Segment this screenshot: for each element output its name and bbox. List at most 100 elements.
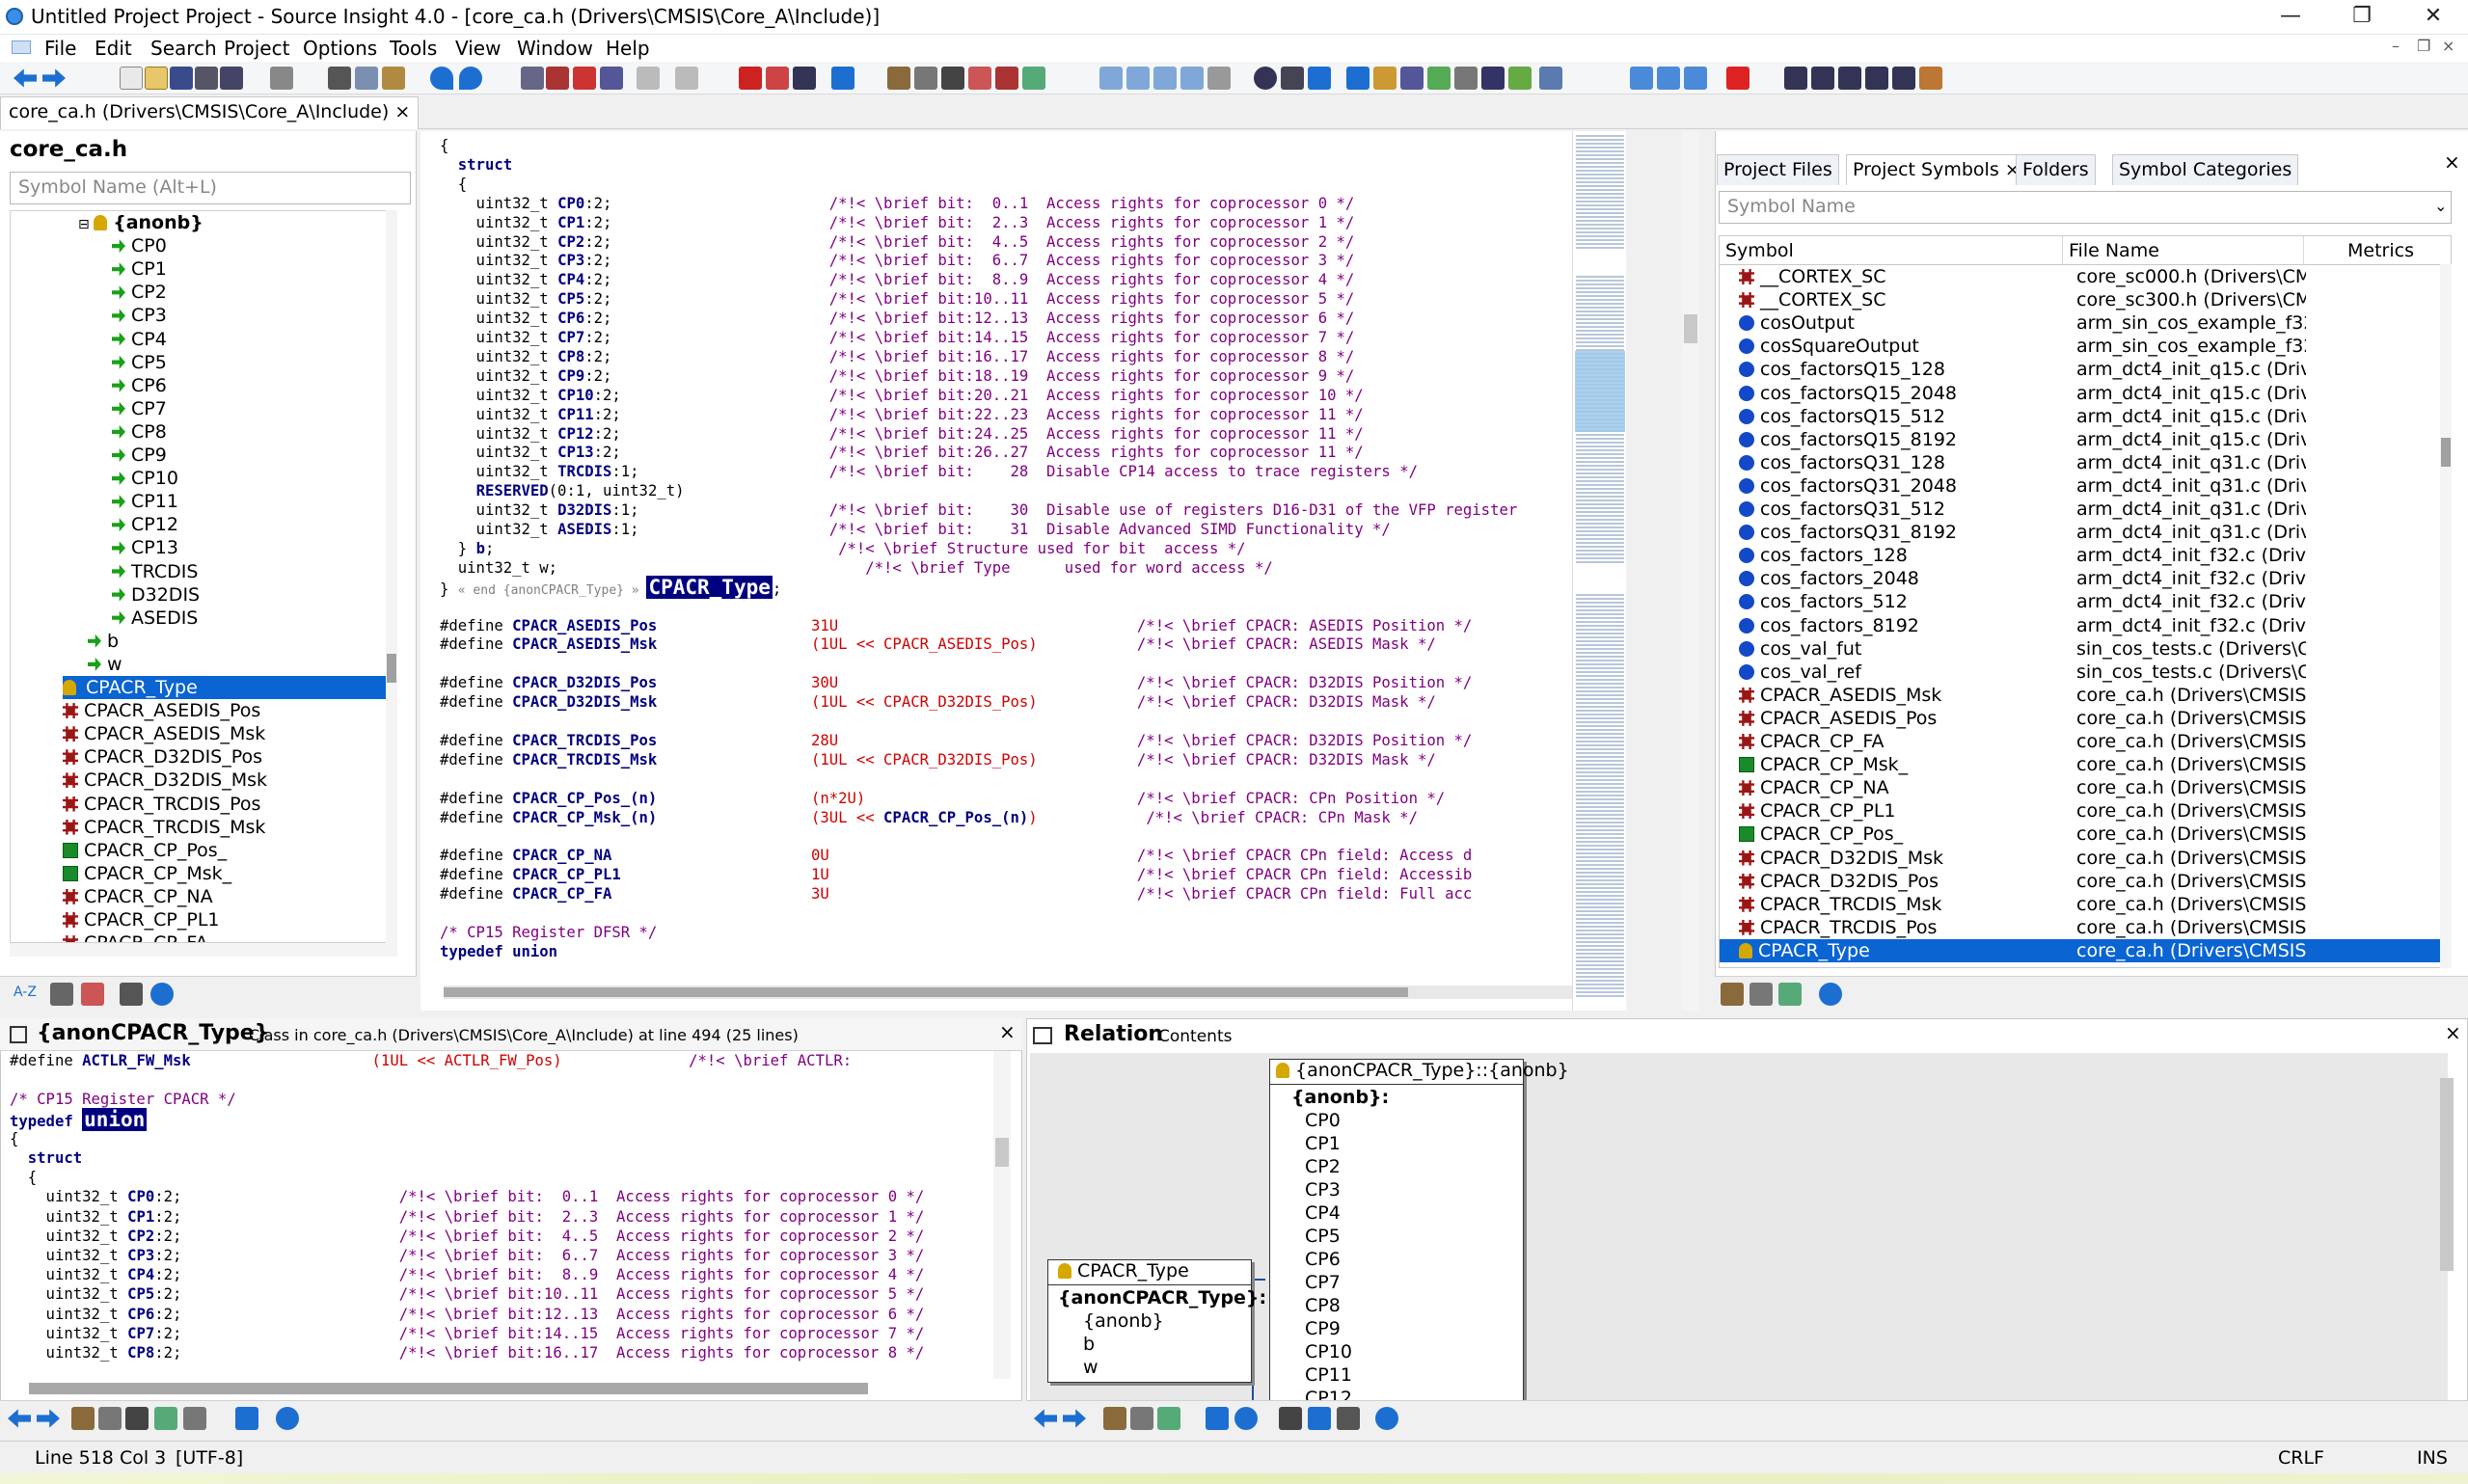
- table-row[interactable]: cos_factorsQ15_128 arm_dct4_init_q15.c (D…: [1720, 358, 2451, 381]
- symbol-icon[interactable]: [1749, 983, 1773, 1006]
- table-row[interactable]: CPACR_ASEDIS_Pos core_ca.h (Drivers\CMSIS…: [1720, 707, 2451, 730]
- expand-icon[interactable]: [1630, 67, 1653, 90]
- tab-folders[interactable]: Folders: [2016, 154, 2096, 185]
- menu-options[interactable]: Options: [303, 37, 377, 60]
- tree-item[interactable]: CPACR_CP_FA: [63, 931, 208, 942]
- code-line[interactable]: uint32_t CP3:2; /*!< \brief bit: 6..7 Ac…: [440, 252, 1355, 271]
- menu-view[interactable]: View: [455, 37, 501, 60]
- table-row[interactable]: CPACR_D32DIS_Msk core_ca.h (Drivers\CMSIS…: [1720, 847, 2451, 870]
- code-line[interactable]: {: [10, 1129, 18, 1148]
- tree-item[interactable]: D32DIS: [112, 583, 200, 607]
- layout2-icon[interactable]: [1126, 67, 1150, 90]
- layout4-icon[interactable]: [1180, 67, 1204, 90]
- project-icon[interactable]: [1721, 983, 1744, 1006]
- table-row[interactable]: cos_factorsQ15_8192 arm_dct4_init_q15.c (…: [1720, 428, 2451, 451]
- code-line[interactable]: uint32_t CP6:2; /*!< \brief bit:12..13 A…: [10, 1305, 925, 1324]
- tree-item[interactable]: CPACR_Type: [63, 676, 391, 699]
- code-line[interactable]: #define CPACR_TRCDIS_Msk (1UL << CPACR_D…: [440, 751, 1436, 770]
- refresh-icon[interactable]: [1234, 1407, 1258, 1430]
- code-line[interactable]: uint32_t TRCDIS:1; /*!< \brief bit: 28 D…: [440, 463, 1418, 482]
- menu-edit[interactable]: Edit: [95, 37, 132, 60]
- code-line[interactable]: #define CPACR_D32DIS_Pos 30U /*!< \brief…: [440, 674, 1472, 693]
- copy-icon[interactable]: [355, 67, 378, 90]
- paste-icon[interactable]: [382, 67, 405, 90]
- symbol-search-input[interactable]: Symbol Name (Alt+L): [10, 172, 411, 204]
- list-icon[interactable]: [50, 983, 73, 1006]
- code-line[interactable]: uint32_t CP8:2; /*!< \brief bit:16..17 A…: [440, 348, 1355, 367]
- tree-item[interactable]: CP4: [112, 328, 167, 351]
- table-row[interactable]: cos_factors_8192 arm_dct4_init_f32.c (Dri…: [1720, 614, 2451, 637]
- gear-icon[interactable]: [276, 1407, 299, 1430]
- jump-icon[interactable]: [546, 67, 569, 90]
- home-icon[interactable]: [968, 67, 991, 90]
- table-scrollbar[interactable]: [2440, 264, 2452, 968]
- c-icon[interactable]: [1838, 67, 1861, 90]
- code-line[interactable]: RESERVED(0:1, uint32_t): [440, 482, 685, 501]
- split-icon[interactable]: [1539, 67, 1562, 90]
- overview-minimap[interactable]: [1572, 131, 1626, 1011]
- tree-item[interactable]: CP10: [112, 467, 178, 490]
- tree-item[interactable]: CPACR_ASEDIS_Msk: [63, 722, 265, 745]
- code-line[interactable]: uint32_t CP12:2; /*!< \brief bit:24..25 …: [440, 425, 1364, 445]
- code-line[interactable]: uint32_t CP2:2; /*!< \brief bit: 4..5 Ac…: [440, 233, 1355, 253]
- code-line[interactable]: uint32_t CP7:2; /*!< \brief bit:14..15 A…: [10, 1324, 925, 1343]
- editor-vscrollbar[interactable]: [1682, 131, 1699, 1011]
- document-icon[interactable]: [12, 40, 31, 54]
- flag-icon[interactable]: [995, 67, 1018, 90]
- code-line[interactable]: /* CP15 Register CPACR */: [10, 1090, 236, 1109]
- cut-icon[interactable]: [328, 67, 351, 90]
- table-row[interactable]: CPACR_CP_Msk_ core_ca.h (Drivers\CMSIS\Cc: [1720, 753, 2451, 776]
- menu-help[interactable]: Help: [606, 37, 650, 60]
- project-icon[interactable]: [1103, 1407, 1126, 1430]
- relation-graph[interactable]: CPACR_Type {anonCPACR_Type}: {anonb} b w…: [1030, 1053, 2448, 1402]
- tree-item[interactable]: CPACR_TRCDIS_Pos: [63, 793, 260, 816]
- tree-item[interactable]: CP12: [112, 513, 178, 536]
- bookmark-next-icon[interactable]: [766, 67, 789, 90]
- tree-item[interactable]: CP13: [112, 536, 178, 559]
- context-window-icon[interactable]: [1281, 67, 1304, 90]
- code-line[interactable]: #define ACTLR_FW_Msk (1UL << ACTLR_FW_Po…: [10, 1051, 852, 1070]
- code-line[interactable]: struct: [440, 156, 512, 175]
- relation-vscrollbar[interactable]: [2440, 1078, 2454, 1271]
- code-line[interactable]: #define CPACR_CP_FA 3U /*!< \brief CPACR…: [440, 885, 1472, 904]
- table-row[interactable]: cosOutput arm_sin_cos_example_f32.c: [1720, 311, 2451, 335]
- list-icon[interactable]: [183, 1407, 206, 1430]
- jump-down-icon[interactable]: [573, 67, 596, 90]
- mdi-minimize-button[interactable]: –: [2392, 37, 2400, 55]
- context-code[interactable]: #define ACTLR_FW_Msk (1UL << ACTLR_FW_Po…: [10, 1051, 984, 1379]
- table-row[interactable]: cos_factors_2048 arm_dct4_init_f32.c (Dri…: [1720, 567, 2451, 590]
- tab-symbol-categories[interactable]: Symbol Categories: [2112, 154, 2299, 185]
- relation-window-icon[interactable]: [1308, 67, 1331, 90]
- table-row[interactable]: CPACR_CP_FA core_ca.h (Drivers\CMSIS\Cc: [1720, 730, 2451, 753]
- gear-icon[interactable]: [150, 983, 174, 1006]
- project-symbol-table[interactable]: Symbol File Name Metrics __CORTEX_SC core…: [1719, 235, 2452, 968]
- print-icon[interactable]: [270, 67, 293, 90]
- tab-project-symbols[interactable]: Project Symbols ×: [1846, 154, 2027, 185]
- table-row[interactable]: CPACR_CP_NA core_ca.h (Drivers\CMSIS\Cc: [1720, 776, 2451, 799]
- new-file-icon[interactable]: [120, 67, 143, 90]
- tree-scrollbar[interactable]: [386, 210, 397, 943]
- tree-item[interactable]: CPACR_CP_Msk_: [63, 862, 231, 885]
- table-row[interactable]: cos_factorsQ15_2048 arm_dct4_init_q15.c (…: [1720, 382, 2451, 405]
- tree-item[interactable]: CP9: [112, 444, 167, 467]
- scrollbar-thumb[interactable]: [387, 654, 396, 683]
- code-line[interactable]: uint32_t CP0:2; /*!< \brief bit: 0..1 Ac…: [440, 195, 1355, 214]
- code-line[interactable]: #define CPACR_CP_Msk_(n) (3UL << CPACR_C…: [440, 809, 1418, 828]
- code-line[interactable]: #define CPACR_CP_PL1 1U /*!< \brief CPAC…: [440, 866, 1472, 885]
- close-icon[interactable]: ×: [394, 101, 410, 122]
- sync-icon[interactable]: [1157, 1407, 1180, 1430]
- close-icon[interactable]: ×: [2444, 150, 2460, 174]
- table-row[interactable]: CPACR_Type core_ca.h (Drivers\CMSIS\Cc: [1720, 938, 2451, 962]
- tree-item[interactable]: CP0: [112, 234, 167, 257]
- collapse-icon[interactable]: [1657, 67, 1680, 90]
- tree-item[interactable]: CPACR_CP_PL1: [63, 908, 220, 931]
- editor-hscrollbar[interactable]: [444, 985, 1572, 999]
- relation-node-anonb[interactable]: {anonCPACR_Type}::{anonb} {anonb}: CP0 CP1…: [1269, 1059, 1569, 1402]
- lock-icon[interactable]: [1206, 1407, 1229, 1430]
- tree-item[interactable]: CPACR_TRCDIS_Msk: [63, 816, 265, 839]
- code-line[interactable]: uint32_t ASEDIS:1; /*!< \brief bit: 31 D…: [440, 521, 1391, 540]
- minimize-button[interactable]: —: [2257, 0, 2324, 35]
- code-line[interactable]: uint32_t CP5:2; /*!< \brief bit:10..11 A…: [440, 290, 1355, 310]
- code-line[interactable]: {: [10, 1168, 37, 1187]
- tab-project-files[interactable]: Project Files: [1717, 154, 1839, 185]
